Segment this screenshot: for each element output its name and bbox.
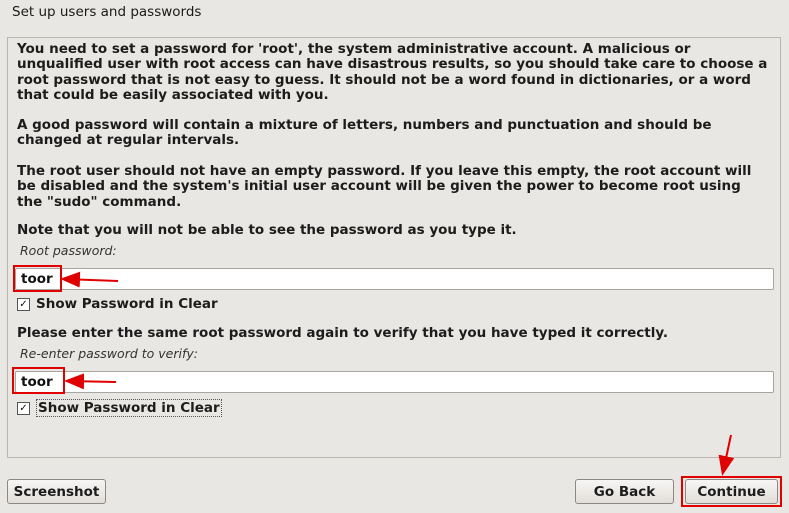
password-advice-paragraph: A good password will contain a mixture o… — [17, 117, 712, 149]
page-title: Set up users and passwords — [12, 4, 202, 20]
verify-password-label: Re-enter password to verify: — [20, 346, 198, 361]
content-panel: You need to set a password for 'root', t… — [7, 37, 781, 458]
verify-prompt: Please enter the same root password agai… — [17, 325, 669, 341]
verify-password-input[interactable] — [15, 371, 774, 393]
show-password-label-1: Show Password in Clear — [36, 296, 218, 312]
show-password-row-2[interactable]: ✓ Show Password in Clear — [17, 399, 222, 417]
root-password-label: Root password: — [20, 243, 117, 258]
go-back-button[interactable]: Go Back — [575, 479, 674, 504]
show-password-checkbox-2[interactable]: ✓ — [17, 401, 30, 415]
show-password-row-1[interactable]: ✓ Show Password in Clear — [17, 296, 218, 312]
empty-password-paragraph: The root user should not have an empty p… — [17, 163, 752, 210]
hidden-typing-note: Note that you will not be able to see th… — [17, 222, 517, 238]
verify-password-highlight — [12, 367, 65, 394]
root-password-highlight — [13, 265, 62, 292]
screenshot-button[interactable]: Screenshot — [7, 479, 106, 504]
show-password-label-2: Show Password in Clear — [36, 399, 222, 417]
installer-window: Set up users and passwords You need to s… — [0, 0, 789, 513]
continue-highlight — [681, 476, 782, 507]
show-password-checkbox-1[interactable]: ✓ — [17, 297, 30, 311]
intro-paragraph: You need to set a password for 'root', t… — [17, 41, 768, 104]
root-password-input[interactable] — [15, 268, 774, 290]
